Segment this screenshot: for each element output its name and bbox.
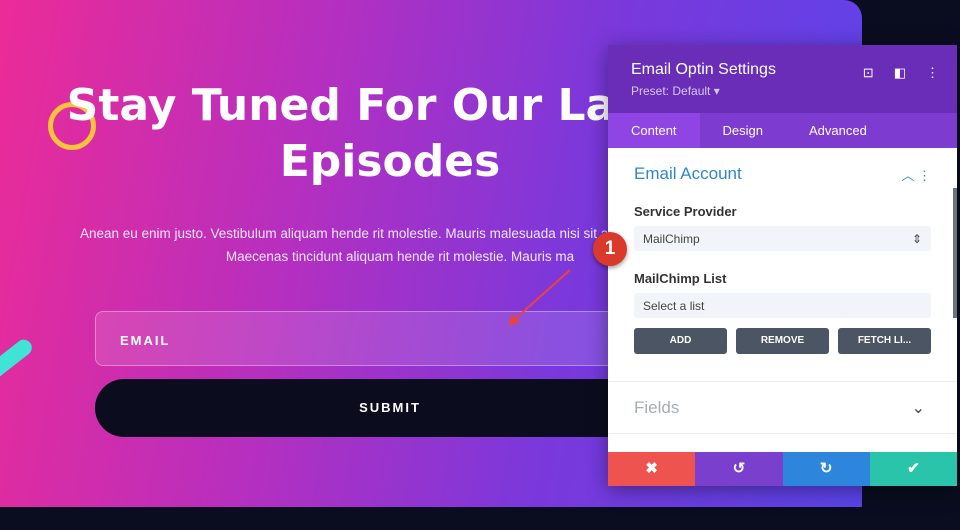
stick-decoration	[0, 336, 35, 384]
scrollbar[interactable]	[953, 188, 957, 318]
step-badge: 1	[593, 232, 627, 266]
remove-button[interactable]: REMOVE	[736, 328, 829, 354]
preset-dropdown[interactable]: Preset: Default ▾	[631, 84, 957, 98]
list-placeholder: Select a list	[643, 299, 705, 313]
fetch-lists-button[interactable]: FETCH LI...	[838, 328, 931, 354]
list-select[interactable]: Select a list	[634, 293, 931, 318]
tab-advanced[interactable]: Advanced	[786, 113, 890, 148]
chevron-up-icon[interactable]: ︿ ⋮	[901, 165, 931, 184]
add-button[interactable]: ADD	[634, 328, 727, 354]
section-title: Email Account	[634, 164, 742, 183]
undo-button[interactable]: ↺	[695, 452, 783, 486]
fields-section-header[interactable]: Fields ⌄	[608, 381, 957, 434]
arrow-annotation-icon	[508, 269, 571, 326]
focus-icon[interactable]: ⊡	[863, 65, 874, 81]
chevron-down-icon[interactable]: ⌄	[912, 398, 925, 418]
tab-content[interactable]: Content	[608, 113, 700, 148]
cancel-button[interactable]: ✖	[608, 452, 696, 486]
select-arrows-icon: ⇕	[911, 232, 922, 246]
service-provider-label: Service Provider	[634, 204, 737, 219]
redo-button[interactable]: ↻	[782, 452, 870, 486]
fields-title: Fields	[634, 397, 680, 417]
settings-panel: Email Optin Settings Preset: Default ▾ ⊡…	[608, 45, 957, 486]
more-options-icon[interactable]: ⋮	[926, 65, 939, 81]
split-view-icon[interactable]: ◧	[894, 65, 906, 81]
tab-design[interactable]: Design	[700, 113, 786, 148]
select-value: MailChimp	[643, 232, 700, 246]
email-account-header[interactable]: Email Account ︿ ⋮	[634, 148, 931, 200]
save-button[interactable]: ✔	[869, 452, 957, 486]
service-provider-select[interactable]: MailChimp ⇕	[634, 226, 931, 251]
list-label: MailChimp List	[634, 271, 727, 286]
panel-header: Email Optin Settings Preset: Default ▾ ⊡…	[608, 45, 957, 113]
